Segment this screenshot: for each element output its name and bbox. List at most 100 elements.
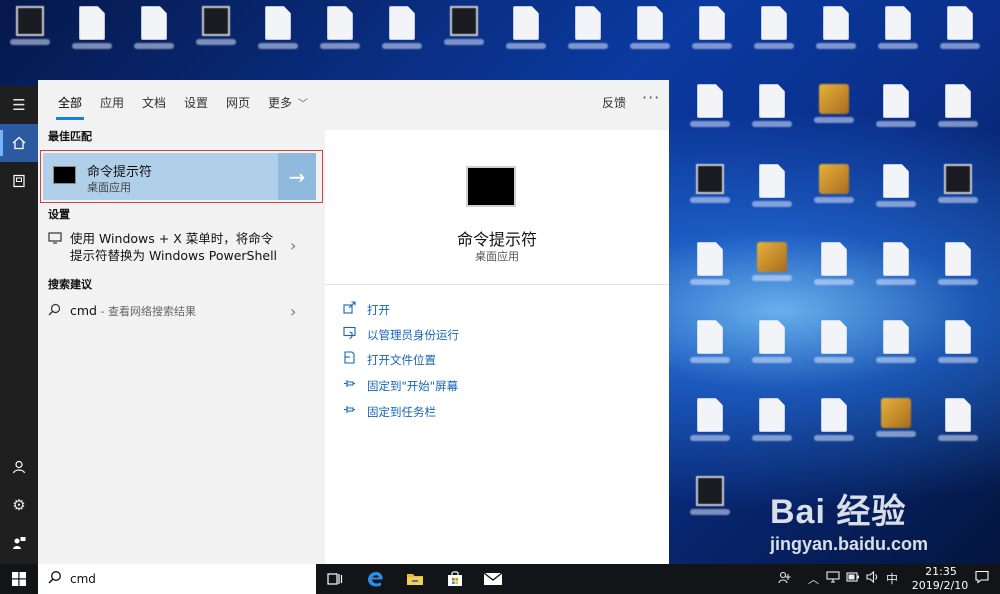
desktop-file-icon[interactable] [940,6,980,54]
taskbar: ︿ 中 21:35 2019/2/10 [0,564,1000,594]
desktop-file-icon[interactable] [814,242,854,290]
tab-web[interactable]: 网页 [226,94,250,111]
settings-button[interactable]: ⚙ [0,486,38,524]
desktop-file-icon[interactable] [72,6,112,54]
more-options-button[interactable]: ··· [642,88,660,107]
cmd-large-icon [466,166,516,207]
system-tray: ︿ 中 21:35 2019/2/10 [770,564,1000,594]
desktop-file-icon[interactable] [814,398,854,446]
desktop-file-icon[interactable] [752,398,792,446]
desktop-file-icon[interactable] [938,398,978,446]
desktop-file-icon[interactable] [382,6,422,54]
mail-button[interactable] [476,567,510,591]
desktop-file-icon[interactable] [10,6,50,54]
task-view-button[interactable] [318,567,352,591]
desktop-file-icon[interactable] [814,164,854,212]
desktop-file-icon[interactable] [938,84,978,132]
desktop-file-icon[interactable] [692,6,732,54]
desktop-file-icon[interactable] [876,398,916,446]
open-icon [343,301,357,317]
desktop-file-icon[interactable] [258,6,298,54]
tab-all[interactable]: 全部 [55,94,85,120]
detail-subtitle: 桌面应用 [475,250,519,263]
home-icon [12,136,26,150]
desktop-file-icon[interactable] [690,242,730,290]
tab-documents[interactable]: 文档 [142,94,166,111]
clock-date[interactable]: 2019/2/10 [900,579,980,592]
best-match-result[interactable]: 命令提示符 桌面应用 → [40,150,323,203]
desktop-file-icon[interactable] [876,84,916,132]
desktop-file-icon[interactable] [506,6,546,54]
action-center-button[interactable] [975,570,989,588]
edge-browser-button[interactable] [358,567,392,591]
desktop-file-icon[interactable] [814,320,854,368]
home-button[interactable] [0,124,38,162]
desktop-file-icon[interactable] [320,6,360,54]
action-run-as-admin-label: 以管理员身份运行 [367,328,459,342]
people-icon[interactable] [778,571,792,588]
desktop-file-icon[interactable] [938,242,978,290]
desktop-file-icon[interactable] [752,84,792,132]
network-icon[interactable] [826,571,840,586]
chevron-down-icon: ﹀ [297,99,308,110]
desktop-file-icon[interactable] [134,6,174,54]
clock-time[interactable]: 21:35 [908,565,974,578]
tab-apps[interactable]: 应用 [100,94,124,111]
admin-icon [343,326,357,342]
desktop-file-icon[interactable] [814,84,854,132]
desktop-file-icon[interactable] [690,84,730,132]
taskbar-search-box[interactable] [38,564,316,594]
feedback-hub-button[interactable] [0,524,38,562]
display-icon [48,232,62,248]
start-rail: ☰ ⚙ [0,86,38,564]
account-button[interactable] [0,448,38,486]
best-match-item[interactable]: 命令提示符 桌面应用 [43,153,278,200]
desktop-file-icon[interactable] [568,6,608,54]
desktop-file-icon[interactable] [876,320,916,368]
settings-result[interactable]: 使用 Windows + X 菜单时，将命令提示符替换为 Windows Pow… [38,228,315,268]
desktop-file-icon[interactable] [752,242,792,290]
volume-icon[interactable] [866,570,880,586]
web-suggestion[interactable]: cmd - 查看网络搜索结果 › [38,300,315,326]
desktop-file-icon[interactable] [196,6,236,54]
desktop-file-icon[interactable] [444,6,484,54]
desktop-file-icon[interactable] [878,6,918,54]
desktop-file-icon[interactable] [752,320,792,368]
chevron-right-icon: › [290,236,297,255]
folder-icon [343,351,357,367]
search-input[interactable] [70,569,300,589]
open-details-button[interactable]: → [278,153,316,200]
watermark-logo: Bai 经验 [770,493,907,531]
desktop-file-icon[interactable] [938,320,978,368]
desktop-file-icon[interactable] [690,320,730,368]
input-method-indicator[interactable]: 中 [886,570,898,587]
desktop-file-icon[interactable] [690,398,730,446]
notebook-button[interactable] [0,162,38,200]
settings-result-text: 使用 Windows + X 菜单时，将命令提示符替换为 Windows Pow… [70,231,278,263]
pin-icon [343,377,357,393]
desktop-file-icon[interactable] [752,164,792,212]
chevron-right-icon: › [290,302,297,321]
section-search-suggestions: 搜索建议 [48,278,92,291]
desktop-file-icon[interactable] [816,6,856,54]
desktop-file-icon[interactable] [876,164,916,212]
desktop-file-icon[interactable] [938,164,978,212]
desktop-file-icon[interactable] [630,6,670,54]
tab-settings[interactable]: 设置 [184,94,208,111]
cmd-app-icon [53,166,76,184]
desktop-file-icon[interactable] [690,164,730,212]
baidu-watermark: Bai 经验 jingyan.baidu.com [770,484,990,564]
arrow-right-icon: → [288,164,306,189]
windows-logo-icon [12,572,26,586]
desktop-file-icon[interactable] [876,242,916,290]
feedback-link[interactable]: 反馈 [602,94,626,111]
file-explorer-button[interactable] [398,567,432,591]
desktop-file-icon[interactable] [754,6,794,54]
hamburger-menu-button[interactable]: ☰ [0,86,38,124]
start-button[interactable] [0,564,38,594]
desktop-file-icon[interactable] [690,476,730,524]
chevron-up-icon[interactable]: ︿ [808,571,819,587]
store-button[interactable] [438,567,472,591]
tab-more[interactable]: 更多 ﹀ [268,94,308,111]
battery-icon[interactable] [846,571,860,585]
